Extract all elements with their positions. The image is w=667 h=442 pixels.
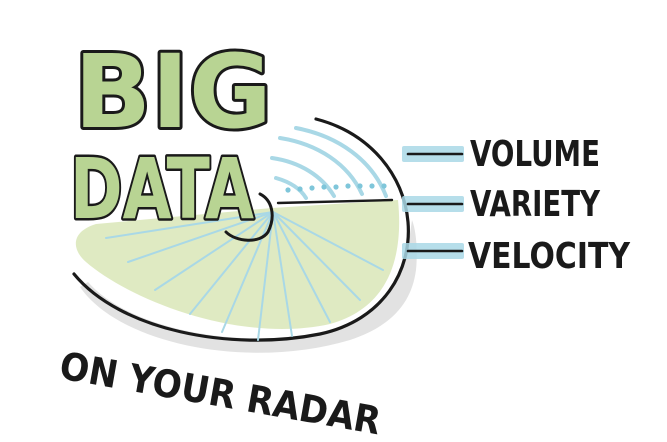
label-velocity: VELOCITY	[468, 236, 631, 277]
title-data: DATA	[70, 140, 254, 238]
sketch-canvas: VOLUME VARIETY VELOCITY BIG DATA ON YOUR…	[0, 0, 667, 442]
subtitle-on-your-radar: ON YOUR RADAR	[56, 344, 384, 442]
radar-scan-dots	[285, 183, 387, 193]
label-volume: VOLUME	[470, 134, 600, 175]
label-variety: VARIETY	[470, 184, 601, 225]
title-big: BIG	[74, 33, 272, 152]
radar-arcs	[270, 126, 388, 200]
big-data-radar-illustration: VOLUME VARIETY VELOCITY BIG DATA ON YOUR…	[56, 30, 631, 442]
